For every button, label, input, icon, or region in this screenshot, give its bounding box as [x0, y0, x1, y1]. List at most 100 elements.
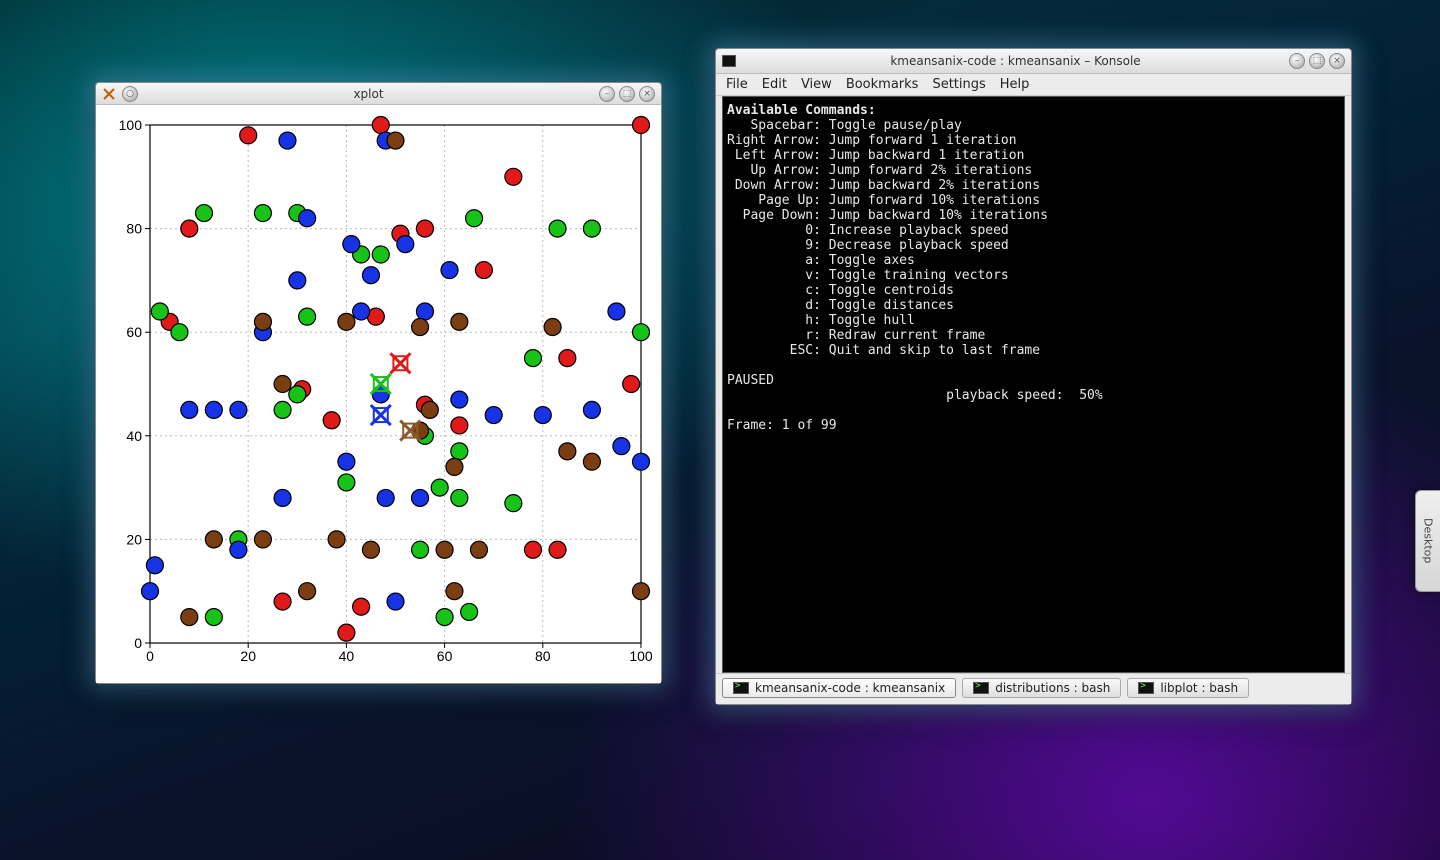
data-point [289, 272, 306, 289]
data-point [299, 308, 316, 325]
konsole-titlebar[interactable]: kmeansanix-code : kmeansanix – Konsole –… [716, 49, 1351, 74]
svg-text:20: 20 [240, 648, 256, 664]
data-point [274, 376, 291, 393]
centroid-brown [400, 421, 420, 441]
data-point [362, 541, 379, 558]
data-point [230, 401, 247, 418]
data-point [205, 401, 222, 418]
data-point [583, 401, 600, 418]
data-point [534, 407, 551, 424]
data-point [343, 236, 360, 253]
data-point [412, 489, 429, 506]
data-point [416, 220, 433, 237]
data-point [338, 453, 355, 470]
data-point [181, 401, 198, 418]
data-point [353, 303, 370, 320]
data-point [299, 583, 316, 600]
konsole-tab-bar: kmeansanix-code : kmeansanix distribution… [716, 673, 1351, 704]
tab-label: distributions : bash [995, 681, 1110, 695]
data-point [431, 479, 448, 496]
xplot-title: xplot [138, 87, 599, 101]
data-point [205, 609, 222, 626]
data-point [254, 531, 271, 548]
desktop-pager[interactable]: Desktop [1415, 490, 1440, 592]
data-point [421, 401, 438, 418]
svg-text:40: 40 [339, 648, 355, 664]
data-point [412, 541, 429, 558]
data-point [372, 246, 389, 263]
centroid-blue [371, 405, 391, 425]
tab-libplot-bash[interactable]: libplot : bash [1127, 678, 1249, 698]
close-button[interactable]: × [1329, 53, 1345, 69]
data-point [608, 303, 625, 320]
data-point [142, 583, 159, 600]
close-button[interactable]: × [639, 86, 655, 102]
minimize-button[interactable]: – [599, 86, 615, 102]
data-point [289, 386, 306, 403]
menu-edit[interactable]: Edit [762, 77, 787, 92]
data-point [544, 319, 561, 336]
data-point [583, 453, 600, 470]
tab-label: kmeansanix-code : kmeansanix [755, 681, 945, 695]
data-point [461, 603, 478, 620]
data-point [485, 407, 502, 424]
data-point [466, 210, 483, 227]
menu-settings[interactable]: Settings [932, 77, 985, 92]
data-point [633, 324, 650, 341]
data-point [559, 350, 576, 367]
maximize-button[interactable]: ⬚ [619, 86, 635, 102]
menu-help[interactable]: Help [1000, 77, 1030, 92]
svg-text:40: 40 [126, 428, 142, 444]
data-point [196, 205, 213, 222]
konsole-title: kmeansanix-code : kmeansanix – Konsole [742, 54, 1289, 68]
data-point [372, 117, 389, 134]
data-point [451, 443, 468, 460]
data-point [181, 220, 198, 237]
data-point [505, 495, 522, 512]
terminal-icon [733, 682, 749, 694]
menu-view[interactable]: View [801, 77, 832, 92]
data-point [549, 541, 566, 558]
centroid-green [371, 374, 391, 394]
data-point [353, 598, 370, 615]
data-point [446, 458, 463, 475]
data-point [299, 210, 316, 227]
terminal-icon [722, 54, 736, 68]
svg-text:60: 60 [437, 648, 453, 664]
data-point [441, 262, 458, 279]
menu-bookmarks[interactable]: Bookmarks [846, 77, 919, 92]
data-point [181, 609, 198, 626]
xplot-keep-above-button[interactable]: ○ [122, 86, 138, 102]
tab-kmeansanix-code-kmeansanix[interactable]: kmeansanix-code : kmeansanix [722, 678, 956, 698]
data-point [254, 313, 271, 330]
data-point [436, 609, 453, 626]
data-point [205, 531, 222, 548]
data-point [274, 489, 291, 506]
data-point [377, 489, 394, 506]
svg-text:100: 100 [629, 648, 653, 664]
data-point [524, 541, 541, 558]
menu-file[interactable]: File [726, 77, 748, 92]
data-point [338, 313, 355, 330]
maximize-button[interactable]: ⬚ [1309, 53, 1325, 69]
konsole-terminal-output[interactable]: Available Commands: Spacebar: Toggle pau… [722, 96, 1345, 673]
svg-text:0: 0 [134, 635, 142, 651]
tab-label: libplot : bash [1160, 681, 1238, 695]
data-point [338, 624, 355, 641]
data-point [416, 303, 433, 320]
data-point [524, 350, 541, 367]
svg-text:80: 80 [126, 221, 142, 237]
xplot-titlebar[interactable]: ○ xplot – ⬚ × [96, 83, 661, 105]
data-point [505, 168, 522, 185]
data-point [470, 541, 487, 558]
xplot-plot-area: 020406080100020406080100 [96, 105, 661, 683]
data-point [397, 236, 414, 253]
data-point [151, 303, 168, 320]
data-point [323, 412, 340, 429]
konsole-menubar: File Edit View Bookmarks Settings Help [716, 74, 1351, 96]
data-point [583, 220, 600, 237]
data-point [230, 541, 247, 558]
svg-text:100: 100 [119, 117, 143, 133]
minimize-button[interactable]: – [1289, 53, 1305, 69]
tab-distributions-bash[interactable]: distributions : bash [962, 678, 1121, 698]
